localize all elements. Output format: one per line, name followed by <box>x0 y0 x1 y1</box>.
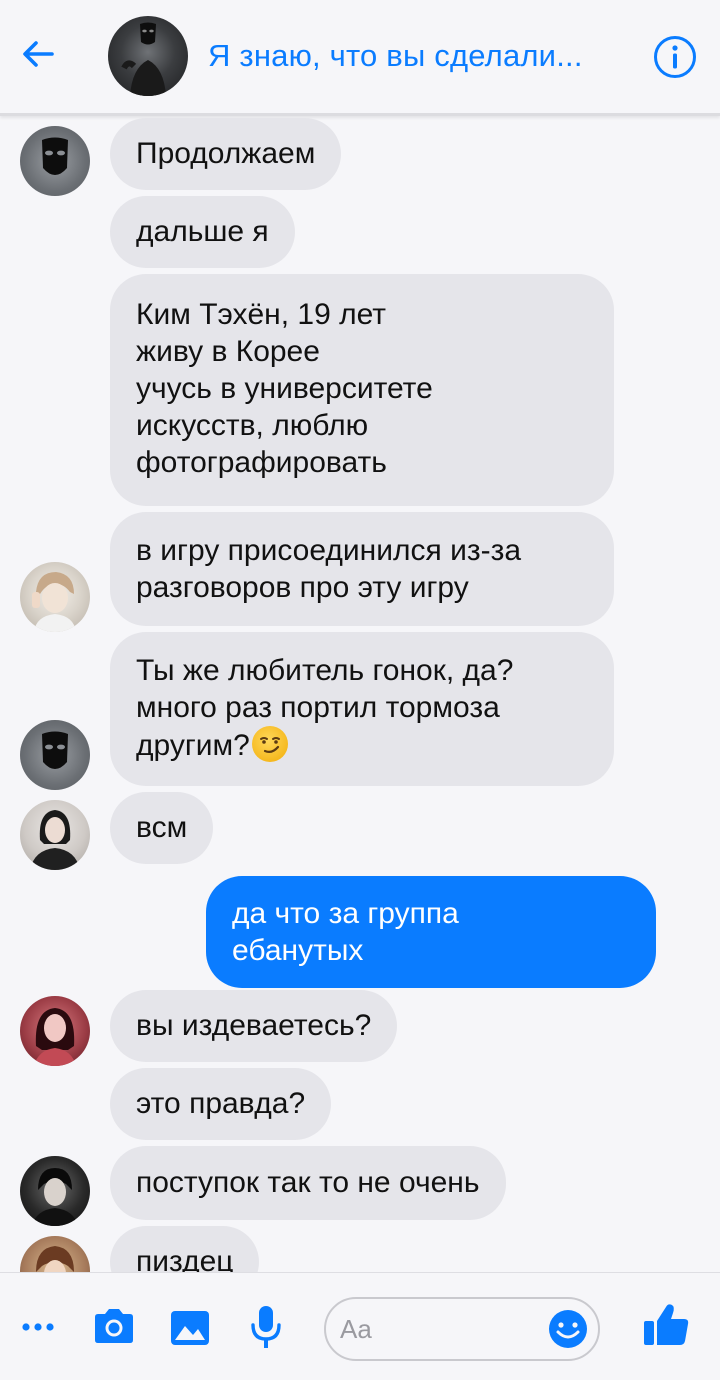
mask-icon <box>42 137 68 175</box>
message-text-line: в игру присоединился из-за <box>136 534 522 567</box>
message-text: всм <box>136 811 188 844</box>
message-text: вы издеваетесь? <box>136 1009 372 1042</box>
message-text: пиздец <box>136 1245 234 1272</box>
camera-button[interactable] <box>90 1303 138 1351</box>
group-avatar[interactable] <box>108 16 188 96</box>
microphone-icon <box>251 1306 281 1348</box>
message-bubble-outgoing[interactable]: да что за группа ебанутых <box>206 876 656 988</box>
sender-avatar-mask[interactable] <box>20 720 90 790</box>
person-photo-icon <box>32 572 76 632</box>
like-icon <box>644 1304 689 1345</box>
message-bubble[interactable]: Продолжаем <box>110 118 342 190</box>
arrow-left-icon <box>23 41 54 67</box>
message-bubble[interactable]: вы издеваетесь? <box>110 990 398 1062</box>
conversation-title[interactable]: Я знаю, что вы сделали... <box>208 38 628 74</box>
person-photo-icon <box>30 810 80 870</box>
message-text-line: ебанутых <box>232 934 364 967</box>
mask-icon <box>42 731 68 769</box>
message-text: поступок так то не очень <box>136 1166 480 1199</box>
smirk-emoji-icon <box>251 726 288 762</box>
sender-avatar-boy[interactable] <box>20 1156 90 1226</box>
back-button[interactable] <box>14 30 62 78</box>
message-text: дальше я <box>136 215 269 248</box>
message-bubble[interactable]: всм <box>110 792 214 864</box>
microphone-button[interactable] <box>244 1301 288 1353</box>
camera-icon <box>95 1309 133 1343</box>
person-photo-icon <box>36 1246 74 1272</box>
message-input[interactable] <box>340 1309 540 1349</box>
like-button[interactable] <box>640 1299 692 1351</box>
message-text-line: много раз портил тормоза <box>136 691 500 724</box>
message-text-line: другим? <box>136 729 250 762</box>
composer-bar <box>0 1272 720 1380</box>
message-bubble[interactable]: Ким Тэхён, 19 лет живу в Корее учусь в у… <box>110 274 614 506</box>
message-text-line: да что за группа <box>232 897 459 930</box>
image-icon <box>171 1311 209 1345</box>
more-button[interactable] <box>16 1305 60 1349</box>
message-bubble[interactable]: дальше я <box>110 196 295 268</box>
message-text-line: разговоров про эту игру <box>136 571 469 604</box>
message-bubble[interactable]: поступок так то не очень <box>110 1146 506 1220</box>
mask-icon <box>121 22 166 96</box>
message-text-line: Ким Тэхён, 19 лет <box>136 298 387 331</box>
sender-avatar-mask[interactable] <box>20 126 90 196</box>
message-text-line: живу в Корее <box>136 335 320 368</box>
sender-avatar-boy[interactable] <box>20 1236 90 1272</box>
message-text-line: фотографировать <box>136 446 387 479</box>
info-icon <box>654 36 696 78</box>
message-bubble[interactable]: это правда? <box>110 1068 332 1140</box>
message-text: это правда? <box>136 1087 306 1120</box>
message-bubble[interactable]: пиздец <box>110 1226 260 1272</box>
person-photo-icon <box>34 1008 76 1066</box>
emoji-button[interactable] <box>546 1307 590 1351</box>
person-photo-icon <box>32 1168 78 1226</box>
emoji-icon <box>549 1310 587 1348</box>
sender-avatar-taehyung[interactable] <box>20 562 90 632</box>
message-input-box[interactable] <box>324 1297 600 1361</box>
sender-avatar-girl[interactable] <box>20 996 90 1066</box>
sender-avatar-girl[interactable] <box>20 800 90 870</box>
message-text-line: искусств, люблю <box>136 409 369 442</box>
gallery-button[interactable] <box>166 1303 214 1351</box>
more-icon <box>22 1323 54 1331</box>
info-button[interactable] <box>652 34 698 80</box>
message-text: Продолжаем <box>136 137 316 170</box>
message-text-line: учусь в университете <box>136 372 433 405</box>
message-bubble[interactable]: в игру присоединился из-за разговоров пр… <box>110 512 614 626</box>
message-bubble[interactable]: Ты же любитель гонок, да? много раз порт… <box>110 632 614 786</box>
conversation-header: Я знаю, что вы сделали... <box>0 0 720 116</box>
message-text-line: Ты же любитель гонок, да? <box>136 654 514 687</box>
message-list[interactable]: Продолжаем дальше я Ким Тэхён, 19 лет жи… <box>0 118 720 1272</box>
